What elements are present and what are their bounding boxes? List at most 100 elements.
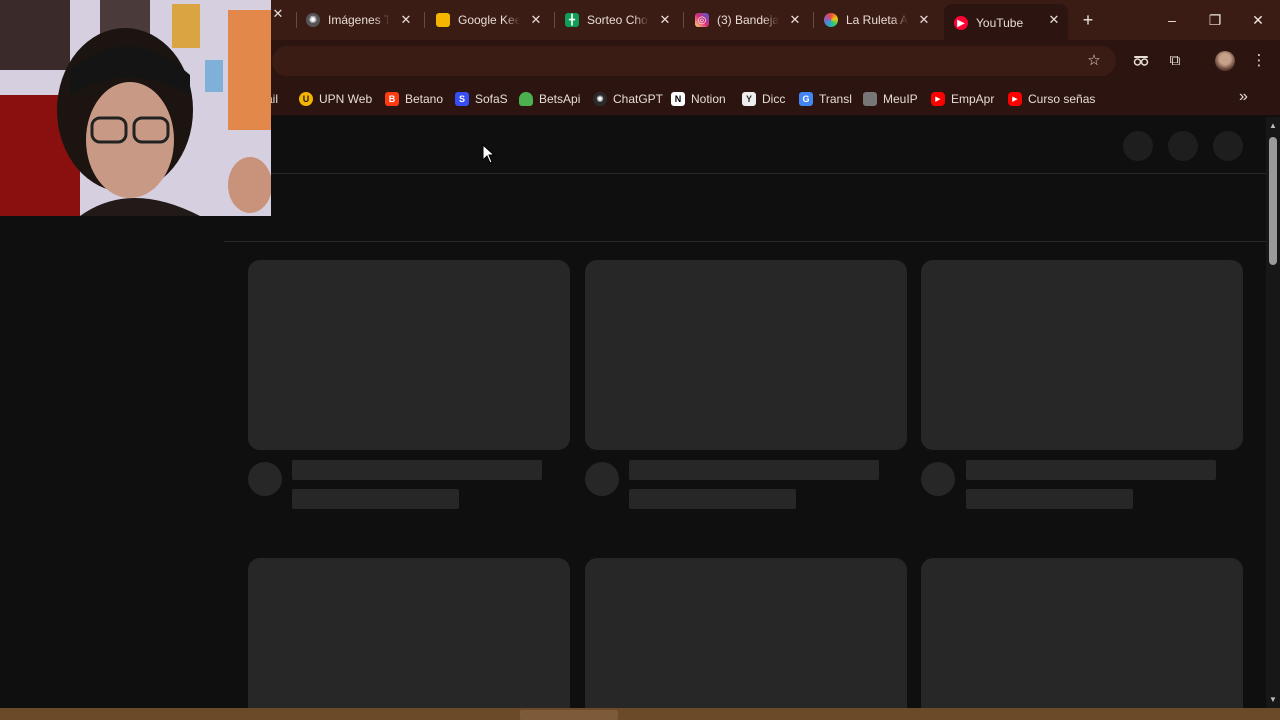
betsapi-icon (519, 92, 533, 106)
bookmark-label: MeuIP (883, 92, 918, 106)
tab-instagram[interactable]: ◎ (3) Bandeja d ✕ (695, 6, 803, 34)
bookmark-label: Curso señas (1028, 92, 1096, 106)
youtube-icon: ▶ (954, 16, 968, 30)
incognito-icon[interactable] (1129, 49, 1153, 73)
video-thumbnail-placeholder (585, 558, 907, 720)
webcam-feed-image (0, 0, 271, 216)
tab-sorteo[interactable]: ╋ Sorteo Choc ✕ (565, 6, 673, 34)
bookmark-label: UPN Web (319, 92, 373, 106)
tab-separator (554, 12, 555, 28)
bookmark-betsapi[interactable]: BetsApi (519, 90, 580, 108)
bookmark-curso-senas[interactable]: ▶ Curso señas (1008, 90, 1095, 108)
chatgpt-icon: ✺ (593, 92, 607, 106)
header-placeholder-circle (1213, 131, 1243, 161)
instagram-icon: ◎ (695, 13, 709, 27)
notion-icon: N (671, 92, 685, 106)
video-meta-placeholder (966, 489, 1133, 509)
extensions-icon[interactable]: ⧉ (1163, 49, 1187, 73)
bookmark-label: ChatGPT (613, 92, 664, 106)
video-thumbnail-placeholder (921, 558, 1243, 720)
mouse-cursor-icon (482, 144, 496, 164)
bookmark-label: Transl (819, 92, 852, 106)
close-icon[interactable]: ✕ (1046, 12, 1062, 28)
bookmark-meuip[interactable]: MeuIP (863, 90, 918, 108)
tab-title: Google Keep (458, 13, 520, 27)
close-icon[interactable]: ✕ (916, 12, 932, 28)
bookmark-label: Notion (691, 92, 726, 106)
dictionary-icon: Y (742, 92, 756, 106)
upn-icon: U (299, 92, 313, 106)
video-title-placeholder (292, 460, 542, 480)
betano-icon: B (385, 92, 399, 106)
close-icon[interactable]: ✕ (657, 12, 673, 28)
tab-google-keep[interactable]: Google Keep ✕ (436, 6, 544, 34)
bookmarks-overflow-button[interactable]: » (1239, 88, 1248, 106)
tab-title: Imágenes Tw (328, 13, 390, 27)
bookmark-upn-web[interactable]: U UPN Web (299, 90, 372, 108)
bookmark-empapr[interactable]: ▶ EmpApr (931, 90, 994, 108)
tab-title: Sorteo Choc (587, 13, 649, 27)
channel-avatar-placeholder (921, 462, 955, 496)
channel-avatar-placeholder (248, 462, 282, 496)
bookmark-label: BetsApi (539, 92, 581, 106)
tab-title: (3) Bandeja d (717, 13, 779, 27)
tab-separator (296, 12, 297, 28)
screen: ✕ ✺ Imágenes Tw ✕ Google Keep ✕ ╋ Sorteo… (0, 0, 1280, 720)
keep-icon (436, 13, 450, 27)
youtube-icon: ▶ (1008, 92, 1022, 106)
tab-ruleta[interactable]: La Ruleta Al ✕ (824, 6, 932, 34)
menu-icon[interactable]: ⋮ (1247, 49, 1271, 73)
video-meta-placeholder (292, 489, 459, 509)
sheets-icon: ╋ (565, 13, 579, 27)
video-title-placeholder (629, 460, 879, 480)
minimize-button[interactable]: – (1160, 8, 1184, 32)
wheel-icon (824, 13, 838, 27)
chips-divider (224, 241, 1266, 242)
tab-youtube[interactable]: ▶ YouTube ✕ (944, 4, 1068, 40)
video-thumbnail-placeholder (248, 260, 570, 450)
close-window-button[interactable]: ✕ (1246, 8, 1270, 32)
video-meta-placeholder (629, 489, 796, 509)
profile-avatar[interactable] (1213, 49, 1237, 73)
tab-separator (813, 12, 814, 28)
close-icon[interactable]: ✕ (528, 12, 544, 28)
bookmark-sofascore[interactable]: S SofaS (455, 90, 508, 108)
restore-button[interactable]: ❐ (1203, 8, 1227, 32)
tab-imagenes[interactable]: ✺ Imágenes Tw ✕ (306, 6, 414, 34)
scroll-thumb[interactable] (1269, 137, 1277, 265)
bookmark-betano[interactable]: B Betano (385, 90, 443, 108)
openai-icon: ✺ (306, 13, 320, 27)
channel-avatar-placeholder (585, 462, 619, 496)
taskbar-item[interactable] (520, 710, 618, 720)
video-thumbnail-placeholder (921, 260, 1243, 450)
scroll-down-arrow-icon[interactable]: ▼ (1268, 695, 1278, 705)
youtube-icon: ▶ (931, 92, 945, 106)
bookmark-dicc[interactable]: Y Dicc (742, 90, 785, 108)
bookmark-label: Betano (405, 92, 444, 106)
video-thumbnail-placeholder (248, 558, 570, 720)
sofascore-icon: S (455, 92, 469, 106)
bookmark-label: EmpApr (951, 92, 995, 106)
bookmark-star-icon[interactable]: ☆ (1082, 49, 1106, 73)
bookmark-notion[interactable]: N Notion (671, 90, 726, 108)
translate-icon: G (799, 92, 813, 106)
tab-title: YouTube (976, 16, 1024, 30)
page-scrollbar[interactable]: ▲ ▼ (1266, 117, 1280, 708)
new-tab-button[interactable]: + (1076, 8, 1100, 32)
close-icon[interactable]: ✕ (787, 12, 803, 28)
tab-title: La Ruleta Al (846, 13, 908, 27)
meuip-icon (863, 92, 877, 106)
close-icon[interactable]: ✕ (398, 12, 414, 28)
video-title-placeholder (966, 460, 1216, 480)
bookmark-chatgpt[interactable]: ✺ ChatGPT (593, 90, 663, 108)
scroll-up-arrow-icon[interactable]: ▲ (1268, 121, 1278, 131)
address-bar[interactable] (272, 46, 1116, 76)
bookmark-translate[interactable]: G Transl (799, 90, 852, 108)
bookmark-label: Dicc (762, 92, 786, 106)
header-placeholder-circle (1123, 131, 1153, 161)
video-thumbnail-placeholder (585, 260, 907, 450)
webcam-overlay (0, 0, 271, 216)
bookmark-label: SofaS (475, 92, 508, 106)
close-icon[interactable]: ✕ (270, 6, 286, 22)
header-placeholder-circle (1168, 131, 1198, 161)
